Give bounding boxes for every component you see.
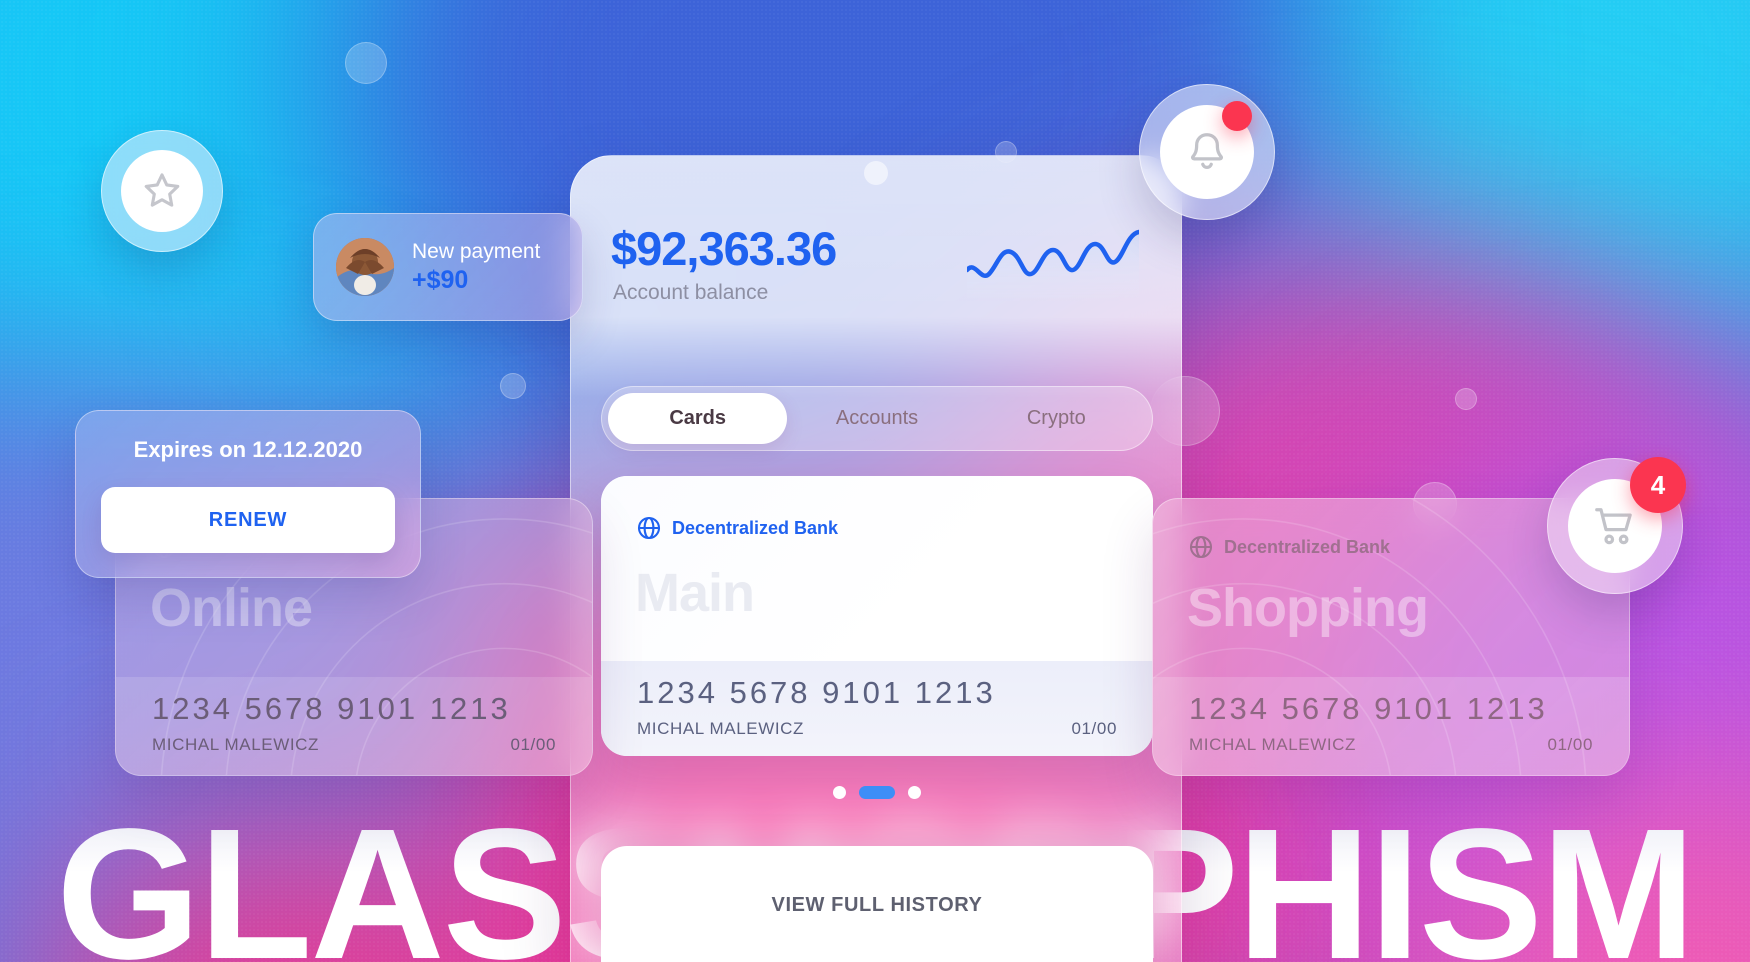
card-expiry: 01/00 [1071,719,1117,738]
shopping-card-number: 1234 5678 9101 1213 [1189,691,1548,726]
card-number: 1234 5678 9101 1213 [637,675,996,710]
account-type-tabs[interactable]: Cards Accounts Crypto [601,386,1153,451]
shopping-cart-button[interactable]: 4 [1547,457,1686,594]
bell-icon [1191,133,1223,169]
expiry-notice-text: Expires on 12.12.2020 [133,437,363,462]
phone-notch [864,161,888,185]
payment-title: New payment [412,239,541,263]
shopping-card-bank-name: Decentralized Bank [1224,536,1391,557]
user-avatar [336,238,394,296]
pagination-dot-1[interactable] [833,786,846,799]
tab-accounts[interactable]: Accounts [787,407,966,430]
view-full-history-button[interactable]: VIEW FULL HISTORY [601,846,1153,962]
online-card-number: 1234 5678 9101 1213 [152,691,511,726]
notifications-button[interactable] [1139,84,1275,220]
card-expiry-widget: Expires on 12.12.2020 RENEW [75,410,421,578]
favorites-button[interactable] [101,130,223,252]
balance-section: $92,363.36 Account balance [571,186,1181,346]
tab-cards[interactable]: Cards [608,393,788,444]
payment-amount: +$90 [412,265,469,294]
card-bank-row: Decentralized Bank [637,516,838,540]
balance-sparkline [967,229,1139,298]
account-balance-label: Account balance [613,281,769,304]
card-holder-name: MICHAL MALEWICZ [637,719,805,738]
decorative-bubble [1455,388,1477,410]
view-full-history-label: VIEW FULL HISTORY [771,894,983,916]
online-card-label: Online [150,578,313,638]
card-label: Main [635,563,755,623]
card-bank-name: Decentralized Bank [672,517,839,538]
notification-dot [1222,101,1252,131]
pagination-dot-3[interactable] [908,786,921,799]
globe-icon [637,516,661,540]
cart-count-badge: 4 [1630,457,1686,513]
online-card-holder: MICHAL MALEWICZ [152,735,320,754]
shopping-card-bank-row: Decentralized Bank [1189,535,1390,559]
shopping-cart-icon [1595,508,1632,545]
shopping-card-label: Shopping [1187,578,1429,638]
shopping-card-holder: MICHAL MALEWICZ [1189,735,1357,754]
renew-button[interactable]: RENEW [101,487,395,553]
shopping-card-expiry: 01/00 [1547,735,1593,754]
phone-mockup: $92,363.36 Account balance Cards Account… [570,155,1182,962]
star-icon [144,173,180,207]
decorative-bubble [500,373,526,399]
renew-button-label: RENEW [208,508,288,531]
pagination-dot-2-active[interactable] [859,786,895,799]
online-card-expiry: 01/00 [510,735,556,754]
account-balance-value: $92,363.36 [611,222,837,275]
decorative-bubble [345,42,387,84]
main-credit-card[interactable]: Decentralized Bank Main 1234 5678 9101 1… [601,476,1153,756]
new-payment-notification[interactable]: New payment +$90 [313,213,583,321]
carousel-pagination[interactable] [571,786,1181,799]
tab-crypto[interactable]: Crypto [967,407,1146,430]
globe-icon [1189,535,1213,559]
